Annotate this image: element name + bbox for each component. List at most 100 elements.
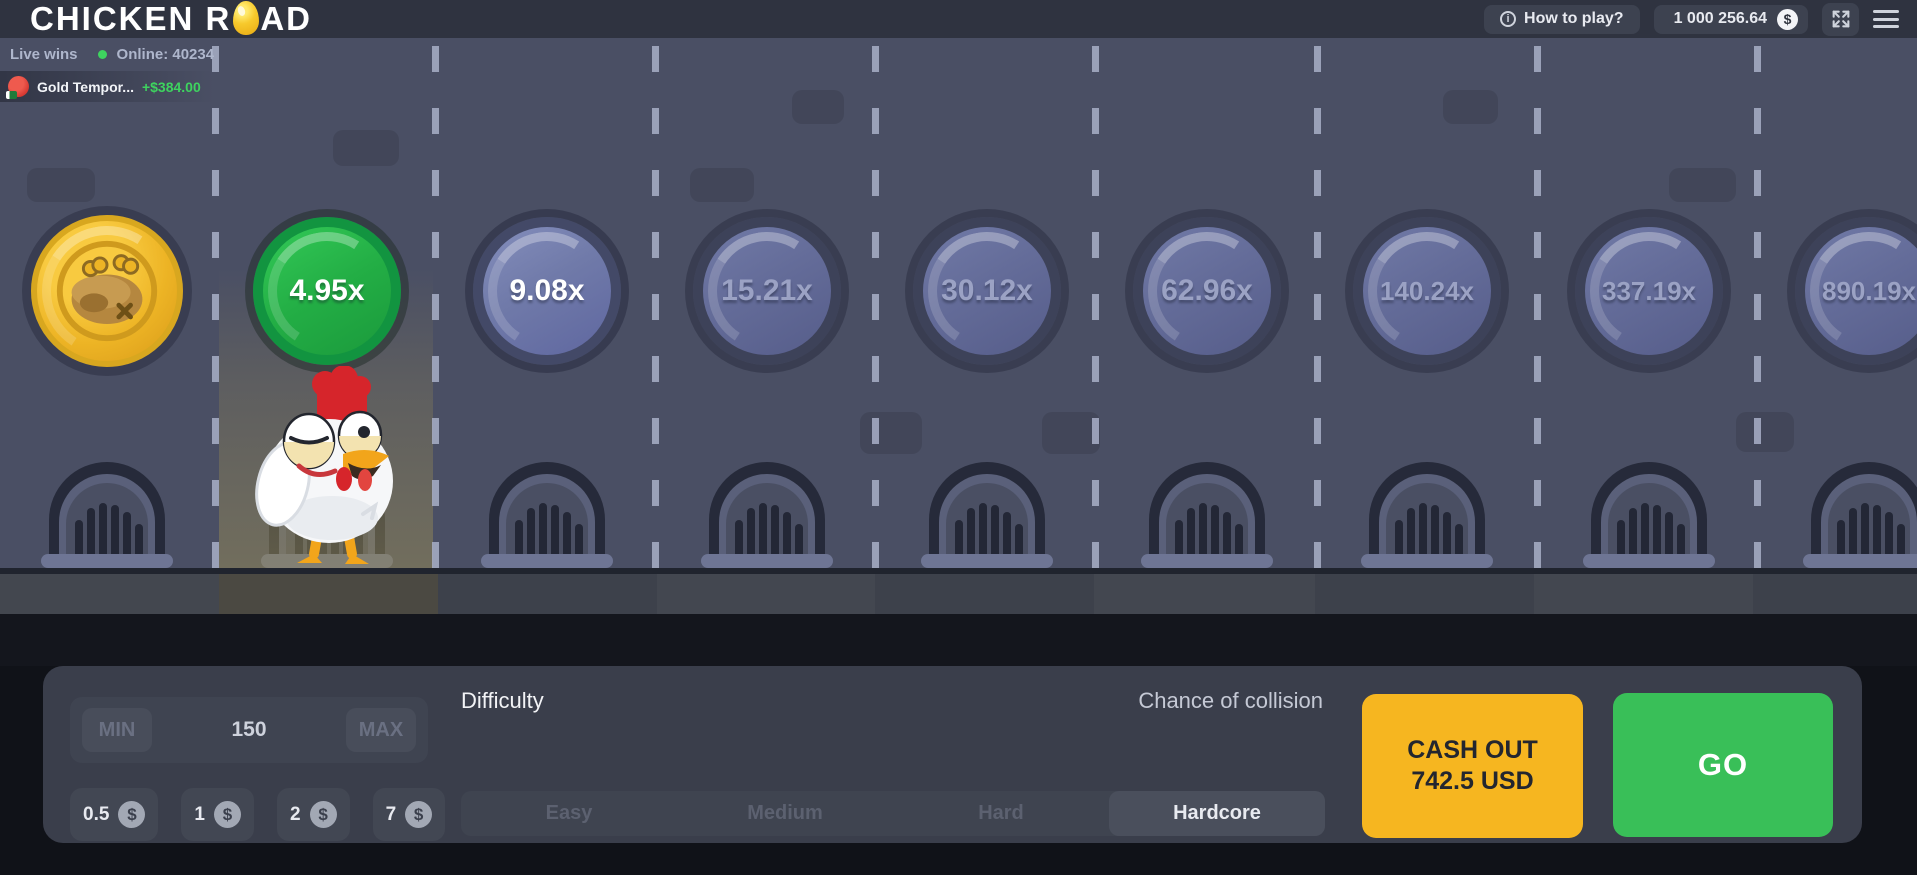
manhole-grate [1583, 458, 1715, 575]
bet-value[interactable]: 150 [231, 718, 266, 742]
top-bar: CHICKEN R AD How to play? 1 000 256.64 [0, 0, 1917, 38]
multiplier-value: 140.24x [1380, 276, 1474, 307]
sidewalk-segment [1094, 574, 1315, 614]
multiplier-value: 62.96x [1161, 274, 1253, 308]
live-wins-widget: Live wins Online: 40234 Gold Tempor... +… [0, 38, 215, 102]
multiplier-value: 30.12x [941, 274, 1033, 308]
road-patch-decoration [860, 412, 922, 454]
sidewalk-segment [1753, 574, 1917, 614]
cash-out-button[interactable]: CASH OUT 742.5 USD [1362, 694, 1583, 838]
win-amount: +$384.00 [142, 79, 201, 95]
info-icon [1500, 11, 1516, 27]
chip-button-0.5[interactable]: 0.5 [70, 788, 158, 841]
lane-divider-dashed [872, 38, 879, 568]
manhole-grate-icon [1141, 458, 1273, 570]
fullscreen-button[interactable] [1822, 3, 1859, 36]
sidewalk-segment [438, 574, 657, 614]
fullscreen-expand-icon [1830, 8, 1852, 30]
manhole-grate-icon [1803, 458, 1917, 570]
chip-button-7[interactable]: 7 [373, 788, 446, 841]
manhole-grate-icon [701, 458, 833, 570]
bet-max-button[interactable]: MAX [346, 708, 416, 752]
bet-amount-box: MIN 150 MAX [70, 697, 428, 763]
topbar-actions: How to play? 1 000 256.64 [1484, 3, 1899, 36]
live-win-entry: Gold Tempor... +$384.00 [0, 71, 215, 102]
manhole-grate [1803, 458, 1917, 575]
lane-divider-dashed [432, 38, 439, 568]
dollar-coin-icon [118, 801, 145, 828]
cash-out-line2: 742.5 USD [1411, 766, 1533, 797]
lane-divider-dashed [1314, 38, 1321, 568]
balance-display[interactable]: 1 000 256.64 [1654, 5, 1808, 34]
chip-label: 1 [194, 804, 205, 826]
multiplier-circle-140.24x: 140.24x [1353, 217, 1501, 365]
manhole-grate [1141, 458, 1273, 575]
live-wins-header: Live wins Online: 40234 [0, 38, 215, 63]
logo-text-left: CHICKEN R [30, 0, 231, 38]
multiplier-value: 15.21x [721, 274, 813, 308]
tab-medium[interactable]: Medium [677, 791, 893, 836]
chip-button-2[interactable]: 2 [277, 788, 350, 841]
bet-chip-row: 0.5 1 2 7 [70, 788, 445, 841]
chance-of-collision-label: Chance of collision [923, 688, 1323, 714]
how-to-play-button[interactable]: How to play? [1484, 5, 1640, 34]
balance-value: 1 000 256.64 [1674, 10, 1767, 28]
game-road-area: 4.95x 9.08x 15.21x 30.12x 62.96x 140.24x 337.1… [0, 38, 1917, 666]
road-patch-decoration [1736, 412, 1794, 452]
chip-label: 0.5 [83, 804, 109, 826]
control-panel: MIN 150 MAX 0.5 1 2 7 Difficulty Chance … [43, 666, 1862, 843]
tab-hard[interactable]: Hard [893, 791, 1109, 836]
sidewalk-segment [1534, 574, 1753, 614]
manhole-grate-icon [41, 458, 173, 570]
multiplier-circle-15.21x: 15.21x [693, 217, 841, 365]
lane-divider-dashed [1092, 38, 1099, 568]
manhole-grate-icon [481, 458, 613, 570]
dollar-coin-icon [214, 801, 241, 828]
sidewalk [0, 574, 1917, 614]
go-label: GO [1698, 747, 1748, 783]
multiplier-value: 9.08x [509, 274, 584, 308]
sidewalk-segment [0, 574, 219, 614]
how-to-play-label: How to play? [1524, 10, 1624, 28]
multiplier-coin [31, 215, 183, 367]
cash-out-line1: CASH OUT [1407, 735, 1538, 766]
sidewalk-segment [219, 574, 438, 614]
go-button[interactable]: GO [1613, 693, 1833, 837]
lane-divider-dashed [652, 38, 659, 568]
road-patch-decoration [1443, 90, 1498, 124]
sidewalk-segment [875, 574, 1094, 614]
online-dot-icon [98, 50, 107, 59]
roasted-chicken-coin-icon [48, 232, 166, 350]
chip-button-1[interactable]: 1 [181, 788, 254, 841]
lane-divider-dashed [212, 38, 219, 568]
manhole-grate-icon [1583, 458, 1715, 570]
tab-easy[interactable]: Easy [461, 791, 677, 836]
multiplier-value: 337.19x [1602, 276, 1696, 307]
road-patch-decoration [333, 130, 399, 166]
multiplier-circle-62.96x: 62.96x [1133, 217, 1281, 365]
manhole-grate [481, 458, 613, 575]
multiplier-circle-337.19x: 337.19x [1575, 217, 1723, 365]
multiplier-value: 890.19x [1822, 276, 1916, 307]
live-wins-tab[interactable]: Live wins [10, 46, 78, 63]
chicken-character [247, 366, 417, 576]
sidewalk-segment [1315, 574, 1534, 614]
road-patch-decoration [27, 168, 95, 202]
multiplier-value: 4.95x [289, 274, 364, 308]
difficulty-tabs: Easy Medium Hard Hardcore [461, 791, 1325, 836]
tab-hardcore[interactable]: Hardcore [1109, 791, 1325, 836]
bet-min-button[interactable]: MIN [82, 708, 152, 752]
chip-label: 2 [290, 804, 301, 826]
logo-text-right: AD [260, 0, 312, 38]
manhole-grate [1361, 458, 1493, 575]
road-patch-decoration [1669, 168, 1736, 202]
player-avatar [8, 76, 29, 97]
dollar-coin-icon [310, 801, 337, 828]
manhole-grate [701, 458, 833, 575]
dollar-coin-icon [405, 801, 432, 828]
multiplier-circle-890.19x: 890.19x [1795, 217, 1917, 365]
app-logo: CHICKEN R AD [30, 0, 312, 38]
road-lower-gap [0, 614, 1917, 666]
hamburger-menu-icon[interactable] [1873, 10, 1899, 28]
manhole-grate-icon [1361, 458, 1493, 570]
